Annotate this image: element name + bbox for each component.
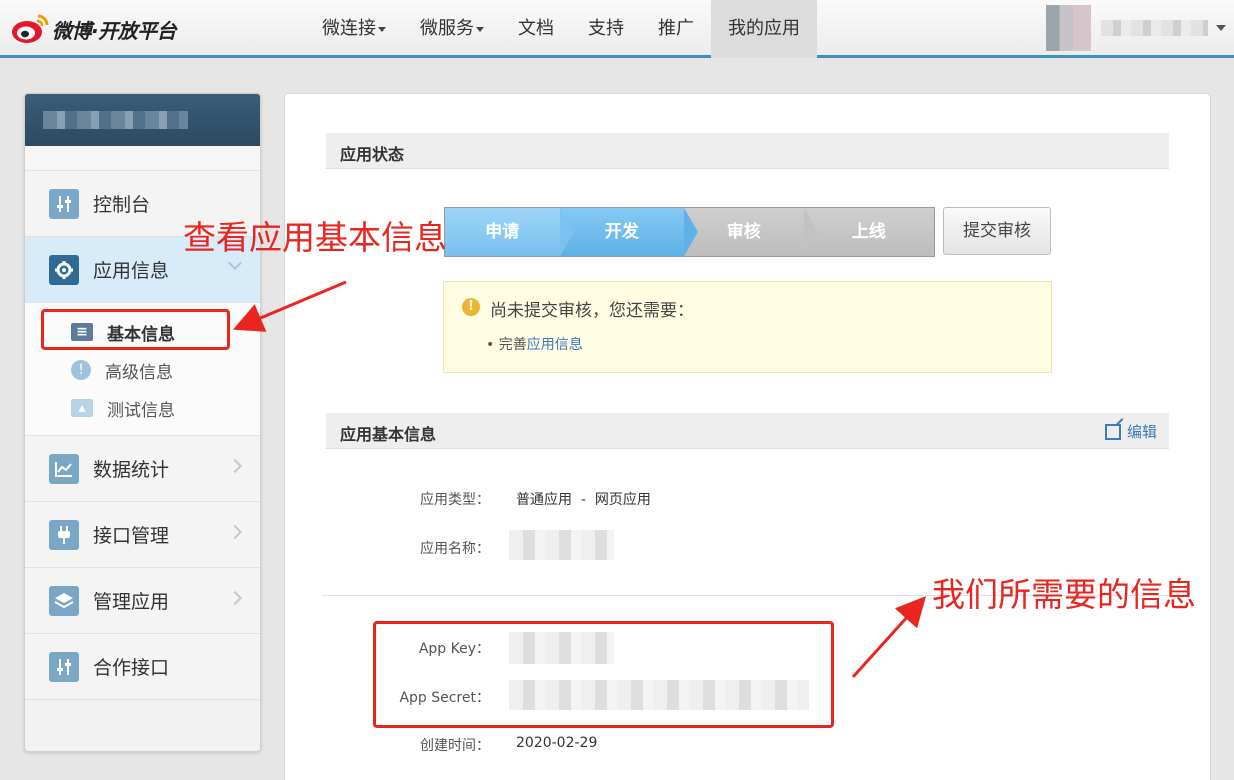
sub-item-label: 测试信息 <box>107 400 175 421</box>
created-time-label: 创建时间： <box>420 738 490 754</box>
sidebar-item-label: 管理应用 <box>93 591 170 613</box>
step-review: 审核 <box>684 208 818 256</box>
notice-todo: • 完善应用信息 <box>486 337 583 353</box>
sub-item-advanced-info[interactable]: ! 高级信息 <box>25 351 260 389</box>
app-name-blurred <box>43 111 188 129</box>
chevron-down-icon <box>476 26 484 32</box>
nav-label: 推广 <box>658 18 694 39</box>
app-status-section: 应用状态 <box>326 133 1169 169</box>
sidebar-item-api-manage[interactable]: 接口管理 <box>25 502 260 568</box>
app-name-header <box>25 94 260 146</box>
sidebar-item-label: 数据统计 <box>93 459 170 481</box>
step-divider <box>803 208 818 256</box>
annotation-box-basic-info <box>41 309 230 350</box>
nav-promote[interactable]: 推广 <box>641 0 711 58</box>
nav-docs[interactable]: 文档 <box>501 0 571 58</box>
nav-label: 我的应用 <box>728 18 800 39</box>
app-name-blurred <box>509 530 614 560</box>
app-type-label: 应用类型： <box>420 492 490 508</box>
step-label: 开发 <box>604 222 639 242</box>
chart-icon <box>49 453 79 484</box>
nav-label: 微服务 <box>420 18 474 39</box>
todo-prefix: 完善 <box>498 337 527 353</box>
sliders-icon <box>49 651 79 682</box>
sliders-icon <box>49 188 79 219</box>
weibo-logo[interactable]: 微博·开放平台 <box>10 11 177 47</box>
review-notice: ! 尚未提交审核，您还需要： • 完善应用信息 <box>443 281 1052 373</box>
step-label: 申请 <box>485 222 520 242</box>
layers-icon <box>49 585 79 616</box>
avatar <box>1046 5 1091 51</box>
step-online: 上线 <box>803 208 934 256</box>
gear-icon <box>49 254 79 285</box>
info-icon: ! <box>71 360 91 380</box>
nav-support[interactable]: 支持 <box>571 0 641 58</box>
test-card-icon: ▴ <box>71 399 93 417</box>
annotation-box-keys <box>373 621 834 728</box>
chevron-right-icon <box>227 458 243 474</box>
sidebar-item-manage-app[interactable]: 管理应用 <box>25 568 260 634</box>
notice-message: 尚未提交审核，您还需要： <box>490 301 694 321</box>
user-menu[interactable] <box>1046 4 1226 52</box>
logo-text: 微博·开放平台 <box>52 18 177 43</box>
step-divider <box>684 208 699 256</box>
username-blurred <box>1100 20 1208 36</box>
plug-icon <box>49 519 79 550</box>
sidebar-item-stats[interactable]: 数据统计 <box>25 436 260 502</box>
sidebar-item-label: 应用信息 <box>93 260 170 282</box>
progress-steps: 申请 开发 审核 上线 <box>444 207 935 257</box>
step-label: 上线 <box>851 222 886 242</box>
sub-item-test-info[interactable]: ▴ 测试信息 <box>25 389 260 427</box>
warning-icon: ! <box>462 298 480 316</box>
sidebar-item-label: 控制台 <box>93 194 151 216</box>
sidebar: 控制台 应用信息 ≡ 基本信息 ! 高级信息 ▴ 测试信息 数据统计 接口管理 … <box>24 93 261 752</box>
nav-weilianjie[interactable]: 微连接 <box>305 0 403 58</box>
submit-review-button[interactable]: 提交审核 <box>943 207 1051 255</box>
chevron-down-icon <box>1216 25 1226 31</box>
chevron-down-icon <box>378 26 386 32</box>
basic-info-section: 应用基本信息 编辑 <box>326 413 1169 449</box>
annotation-view-basic: 查看应用基本信息 <box>183 218 447 257</box>
edit-label: 编辑 <box>1126 423 1157 441</box>
app-type-value: 普通应用 - 网页应用 <box>516 492 651 508</box>
chevron-right-icon <box>227 524 243 540</box>
sidebar-item-cooperation-api[interactable]: 合作接口 <box>25 634 260 700</box>
chevron-right-icon <box>227 590 243 606</box>
sidebar-item-label: 接口管理 <box>93 525 170 547</box>
step-develop: 开发 <box>559 208 699 256</box>
nav-my-apps[interactable]: 我的应用 <box>711 0 817 58</box>
weibo-eye-icon <box>10 11 50 47</box>
sub-item-label: 高级信息 <box>105 362 173 383</box>
app-info-link[interactable]: 应用信息 <box>527 337 583 353</box>
app-name-label: 应用名称： <box>420 541 490 557</box>
edit-button[interactable]: 编辑 <box>1104 421 1157 442</box>
step-label: 审核 <box>726 222 761 242</box>
nav-label: 微连接 <box>322 18 376 39</box>
sidebar-item-label: 合作接口 <box>93 657 170 679</box>
nav-label: 文档 <box>518 18 554 39</box>
edit-icon <box>1104 423 1121 440</box>
nav-weifuwu[interactable]: 微服务 <box>403 0 501 58</box>
annotation-needed-info: 我们所需要的信息 <box>932 575 1196 614</box>
sidebar-spacer <box>25 146 260 171</box>
nav-label: 支持 <box>588 18 624 39</box>
created-time-value: 2020-02-29 <box>516 735 598 751</box>
main-nav: 微连接 微服务 文档 支持 推广 我的应用 <box>305 0 817 58</box>
top-nav-bar: 微博·开放平台 微连接 微服务 文档 支持 推广 我的应用 <box>0 0 1234 58</box>
step-apply: 申请 <box>445 208 574 256</box>
section-title: 应用基本信息 <box>340 425 437 444</box>
step-divider <box>559 208 574 256</box>
section-title: 应用状态 <box>340 145 405 164</box>
